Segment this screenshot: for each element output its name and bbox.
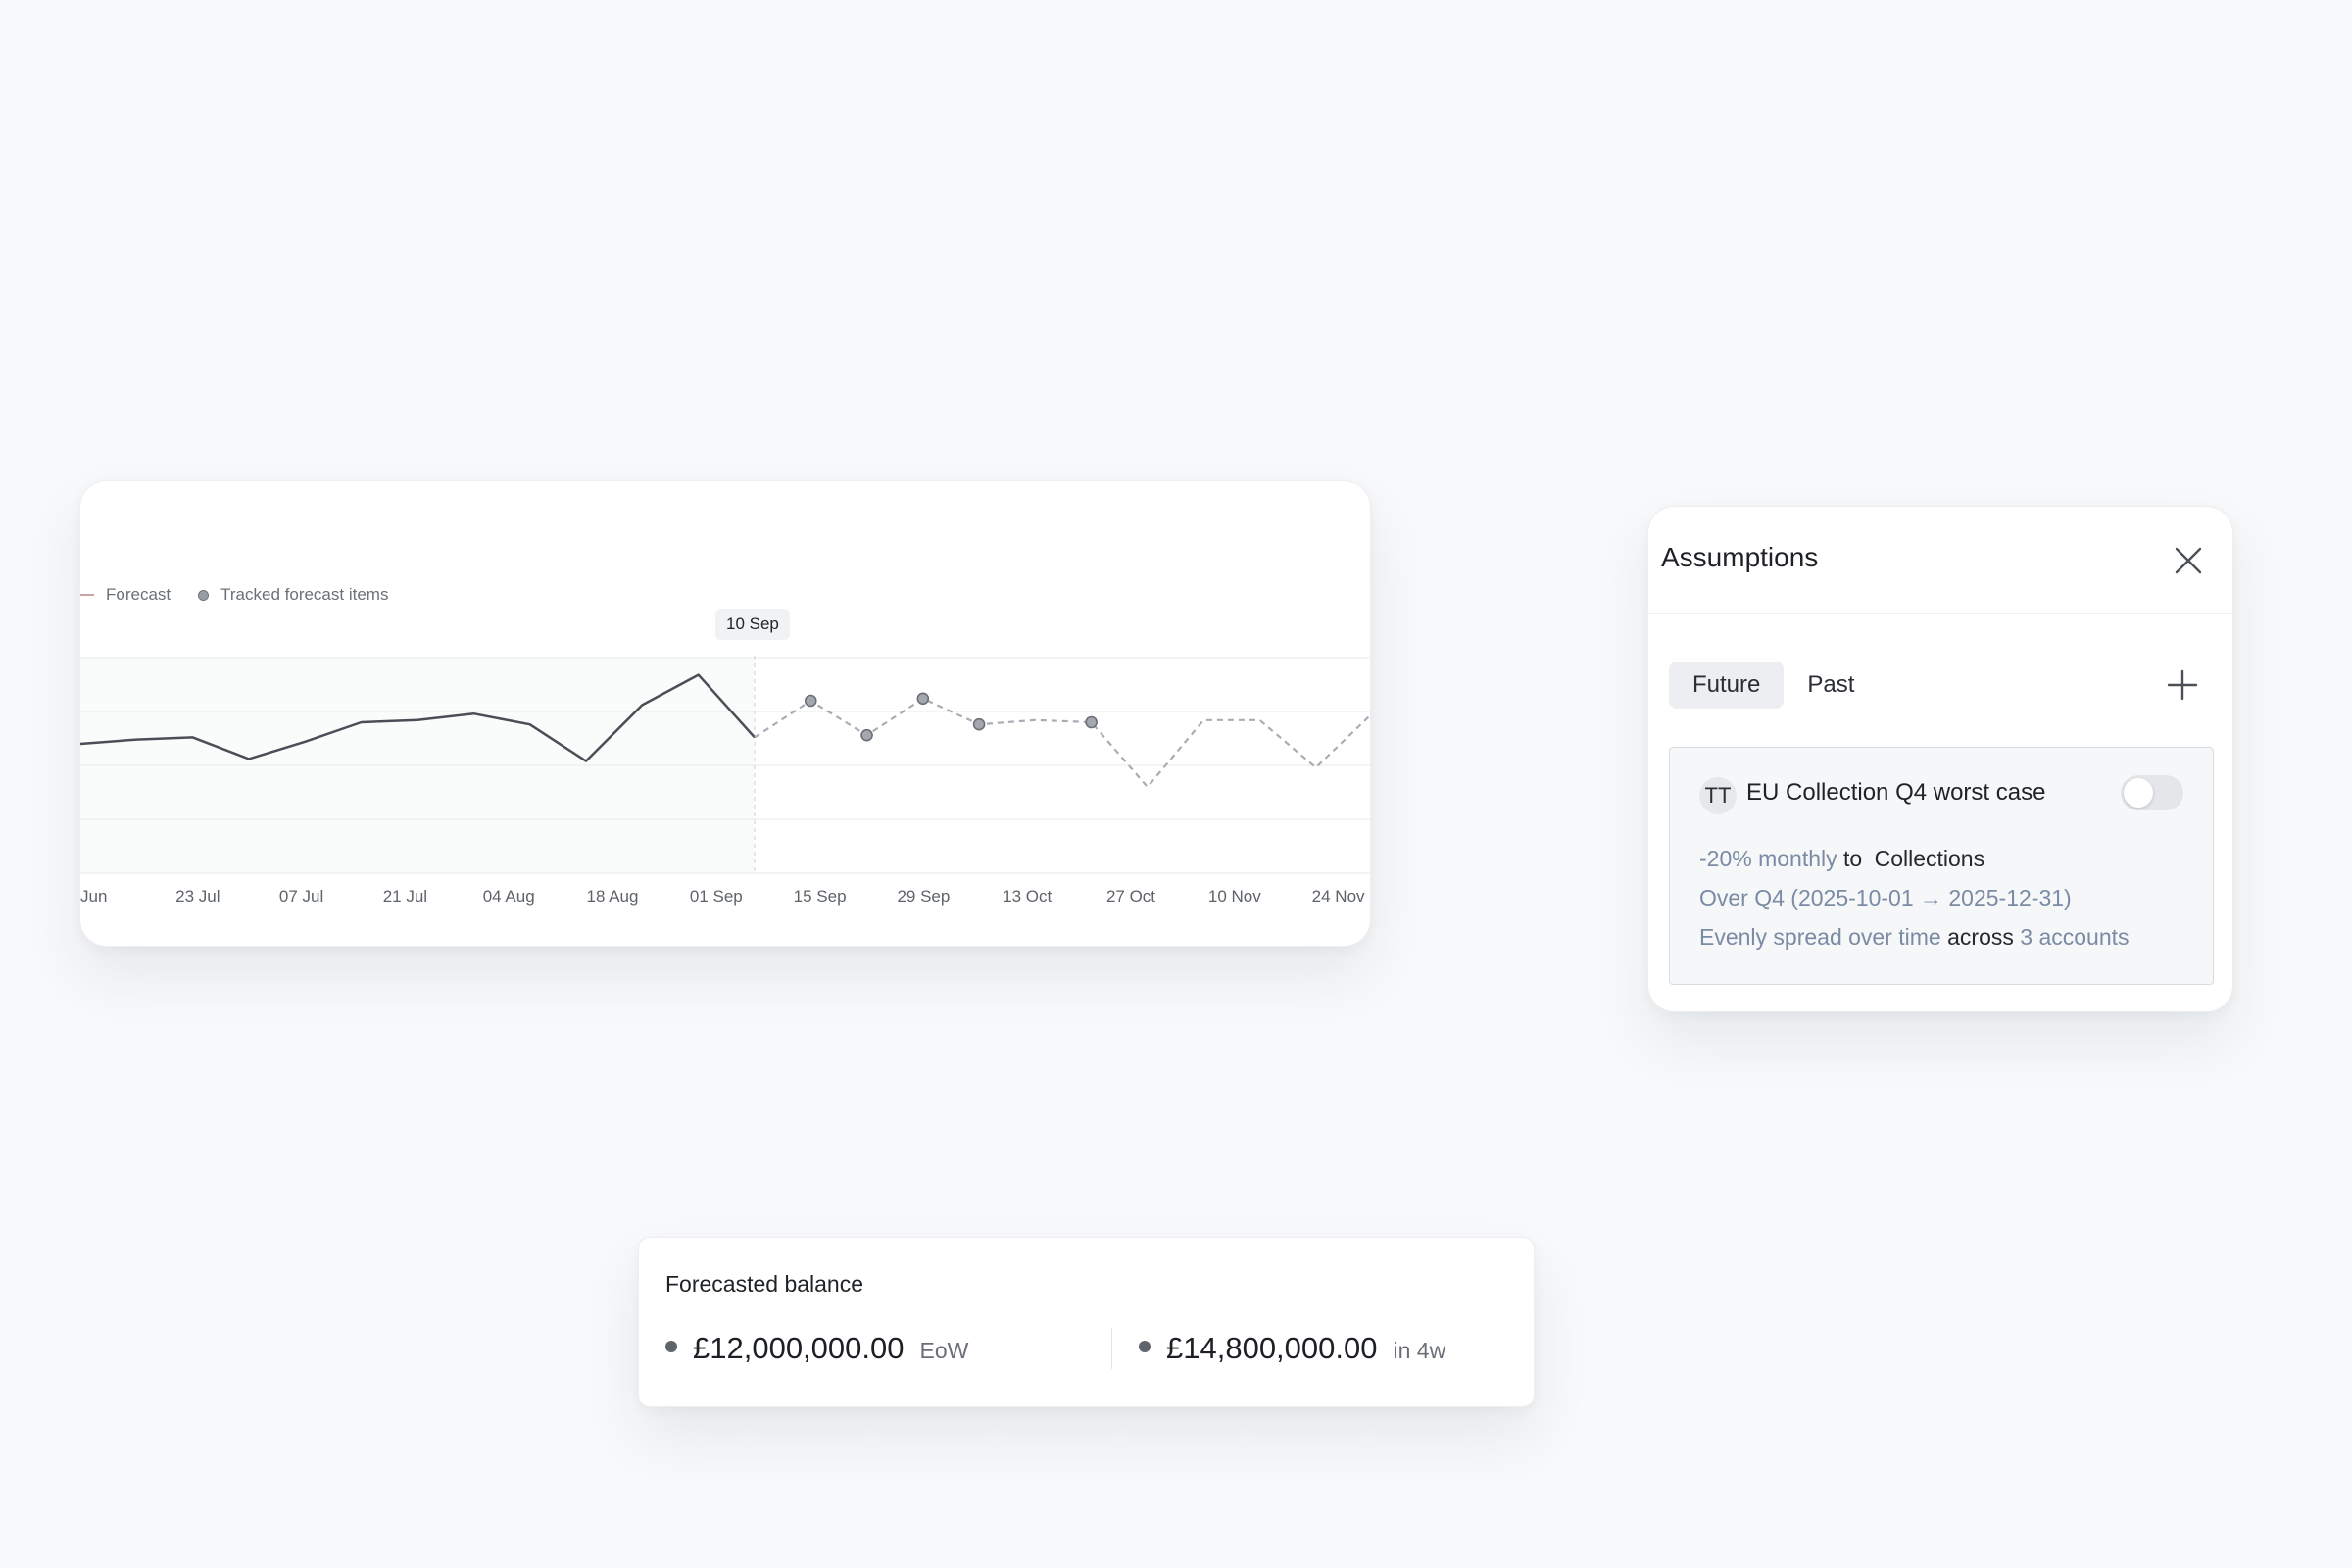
chart-tooltip: 10 Sep [715, 609, 790, 640]
scenario-title: EU Collection Q4 worst case [1746, 779, 2046, 806]
scenario-spread-line: Evenly spread over time across 3 account… [1699, 924, 2130, 951]
chart-legend: Forecast Tracked forecast items [80, 585, 388, 605]
x-tick-label: 07 Jul [278, 887, 324, 906]
forecast-chart-card: Forecast Tracked forecast items 10 Sep J… [79, 480, 1371, 947]
tracked-legend-swatch [198, 589, 210, 601]
balance-amount: £14,800,000.00 [1166, 1331, 1378, 1365]
tab-past[interactable]: Past [1784, 662, 1878, 709]
scenario-to: to [1843, 846, 1863, 871]
scenario-change-line: -20% monthly to Collections [1699, 846, 1984, 872]
balance-4w: £14,800,000.00 in 4w [1139, 1331, 1446, 1366]
scenario-spread: Evenly spread over time [1699, 924, 1941, 950]
balance-bullet [1139, 1341, 1151, 1352]
add-assumption-button[interactable] [2167, 669, 2198, 701]
balance-title: Forecasted balance [665, 1271, 864, 1297]
balance-suffix: EoW [919, 1338, 969, 1363]
assumptions-header: Assumptions [1648, 507, 2232, 614]
x-tick-label: 15 Sep [793, 887, 847, 906]
x-tick-label: 27 Oct [1105, 887, 1156, 906]
tracked-forecast-point [804, 694, 817, 708]
x-tick-label: Jun [80, 887, 108, 906]
balance-eow: £12,000,000.00 EoW [665, 1331, 968, 1366]
x-tick-label: 13 Oct [1003, 887, 1053, 906]
forecast-legend-swatch [80, 594, 94, 596]
x-tick-label: 21 Jul [382, 887, 428, 906]
x-tick-label: 23 Jul [175, 887, 220, 906]
assumptions-panel: Assumptions Future Past TT EU Collection… [1647, 506, 2233, 1012]
scenario-across: across [1947, 924, 2014, 950]
balance-bullet [665, 1341, 677, 1352]
close-button[interactable] [2174, 546, 2203, 575]
tab-future[interactable]: Future [1669, 662, 1785, 709]
legend-tracked-label: Tracked forecast items [220, 585, 389, 604]
scenario-amount: -20% monthly [1699, 846, 1838, 871]
x-tick-label: 01 Sep [689, 887, 743, 906]
scenario-toggle[interactable] [2121, 775, 2183, 810]
scenario-accounts: 3 accounts [2020, 924, 2130, 950]
forecasted-balance-card: Forecasted balance £12,000,000.00 EoW £1… [638, 1237, 1535, 1407]
balance-amount: £12,000,000.00 [693, 1331, 905, 1365]
tracked-forecast-point [860, 728, 873, 742]
tracked-forecast-point [916, 692, 930, 706]
scenario-period: Over Q4 (2025-10-01 → 2025-12-31) [1699, 885, 2072, 910]
x-tick-label: 04 Aug [482, 887, 535, 906]
scenario-card[interactable]: TT EU Collection Q4 worst case -20% mont… [1669, 747, 2214, 985]
plus-icon [2167, 669, 2198, 701]
balance-suffix: in 4w [1393, 1338, 1446, 1363]
avatar: TT [1699, 777, 1737, 814]
forecast-chart[interactable] [80, 481, 1371, 947]
balance-divider [1111, 1328, 1112, 1369]
legend-forecast-label: Forecast [106, 585, 172, 604]
scenario-target: Collections [1874, 846, 1985, 871]
x-tick-label: 29 Sep [897, 887, 951, 906]
tracked-forecast-point [972, 717, 986, 731]
assumptions-title: Assumptions [1661, 542, 1819, 572]
close-icon [2175, 547, 2202, 574]
x-tick-label: 24 Nov [1311, 887, 1365, 906]
x-tick-label: 10 Nov [1207, 887, 1261, 906]
toggle-knob [2124, 778, 2153, 808]
assumptions-tabs: Future Past [1669, 662, 1878, 709]
tracked-forecast-point [1085, 715, 1098, 729]
x-tick-label: 18 Aug [586, 887, 639, 906]
